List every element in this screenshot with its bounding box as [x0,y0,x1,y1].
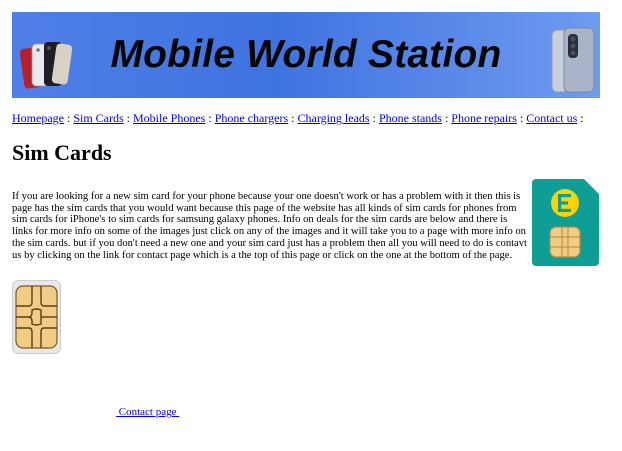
sim-chip-icon[interactable] [12,280,61,354]
intro-paragraph: If you are looking for a new sim card fo… [12,190,528,262]
nav-link-homepage[interactable]: Homepage [12,111,64,125]
nav-separator: : [516,111,527,125]
nav-link-mobile-phones[interactable]: Mobile Phones [133,111,205,125]
nav-link-phone-chargers[interactable]: Phone chargers [215,111,288,125]
main-navigation: Homepage : Sim Cards : Mobile Phones : P… [12,111,612,125]
nav-separator: : [63,111,74,125]
nav-separator: : [369,111,379,125]
nav-link-phone-stands[interactable]: Phone stands [379,111,442,125]
site-banner: Mobile World Station [12,12,600,98]
nav-separator: : [441,111,452,125]
nav-link-charging-leads[interactable]: Charging leads [297,111,369,125]
ee-sim-card-icon[interactable] [532,179,599,266]
samsung-foldable-phone-icon [551,27,595,93]
nav-separator: : [123,111,134,125]
nav-link-phone-repairs[interactable]: Phone repairs [451,111,517,125]
contact-page-link[interactable]: Contact page [116,406,179,419]
nav-link-contact-us[interactable]: Contact us [526,111,577,125]
nav-separator: : [205,111,215,125]
nav-link-sim-cards[interactable]: Sim Cards [73,111,123,125]
nav-separator-trailing: : [577,111,584,125]
site-title: Mobile World Station [110,33,502,76]
page-title: Sim Cards [12,140,112,165]
